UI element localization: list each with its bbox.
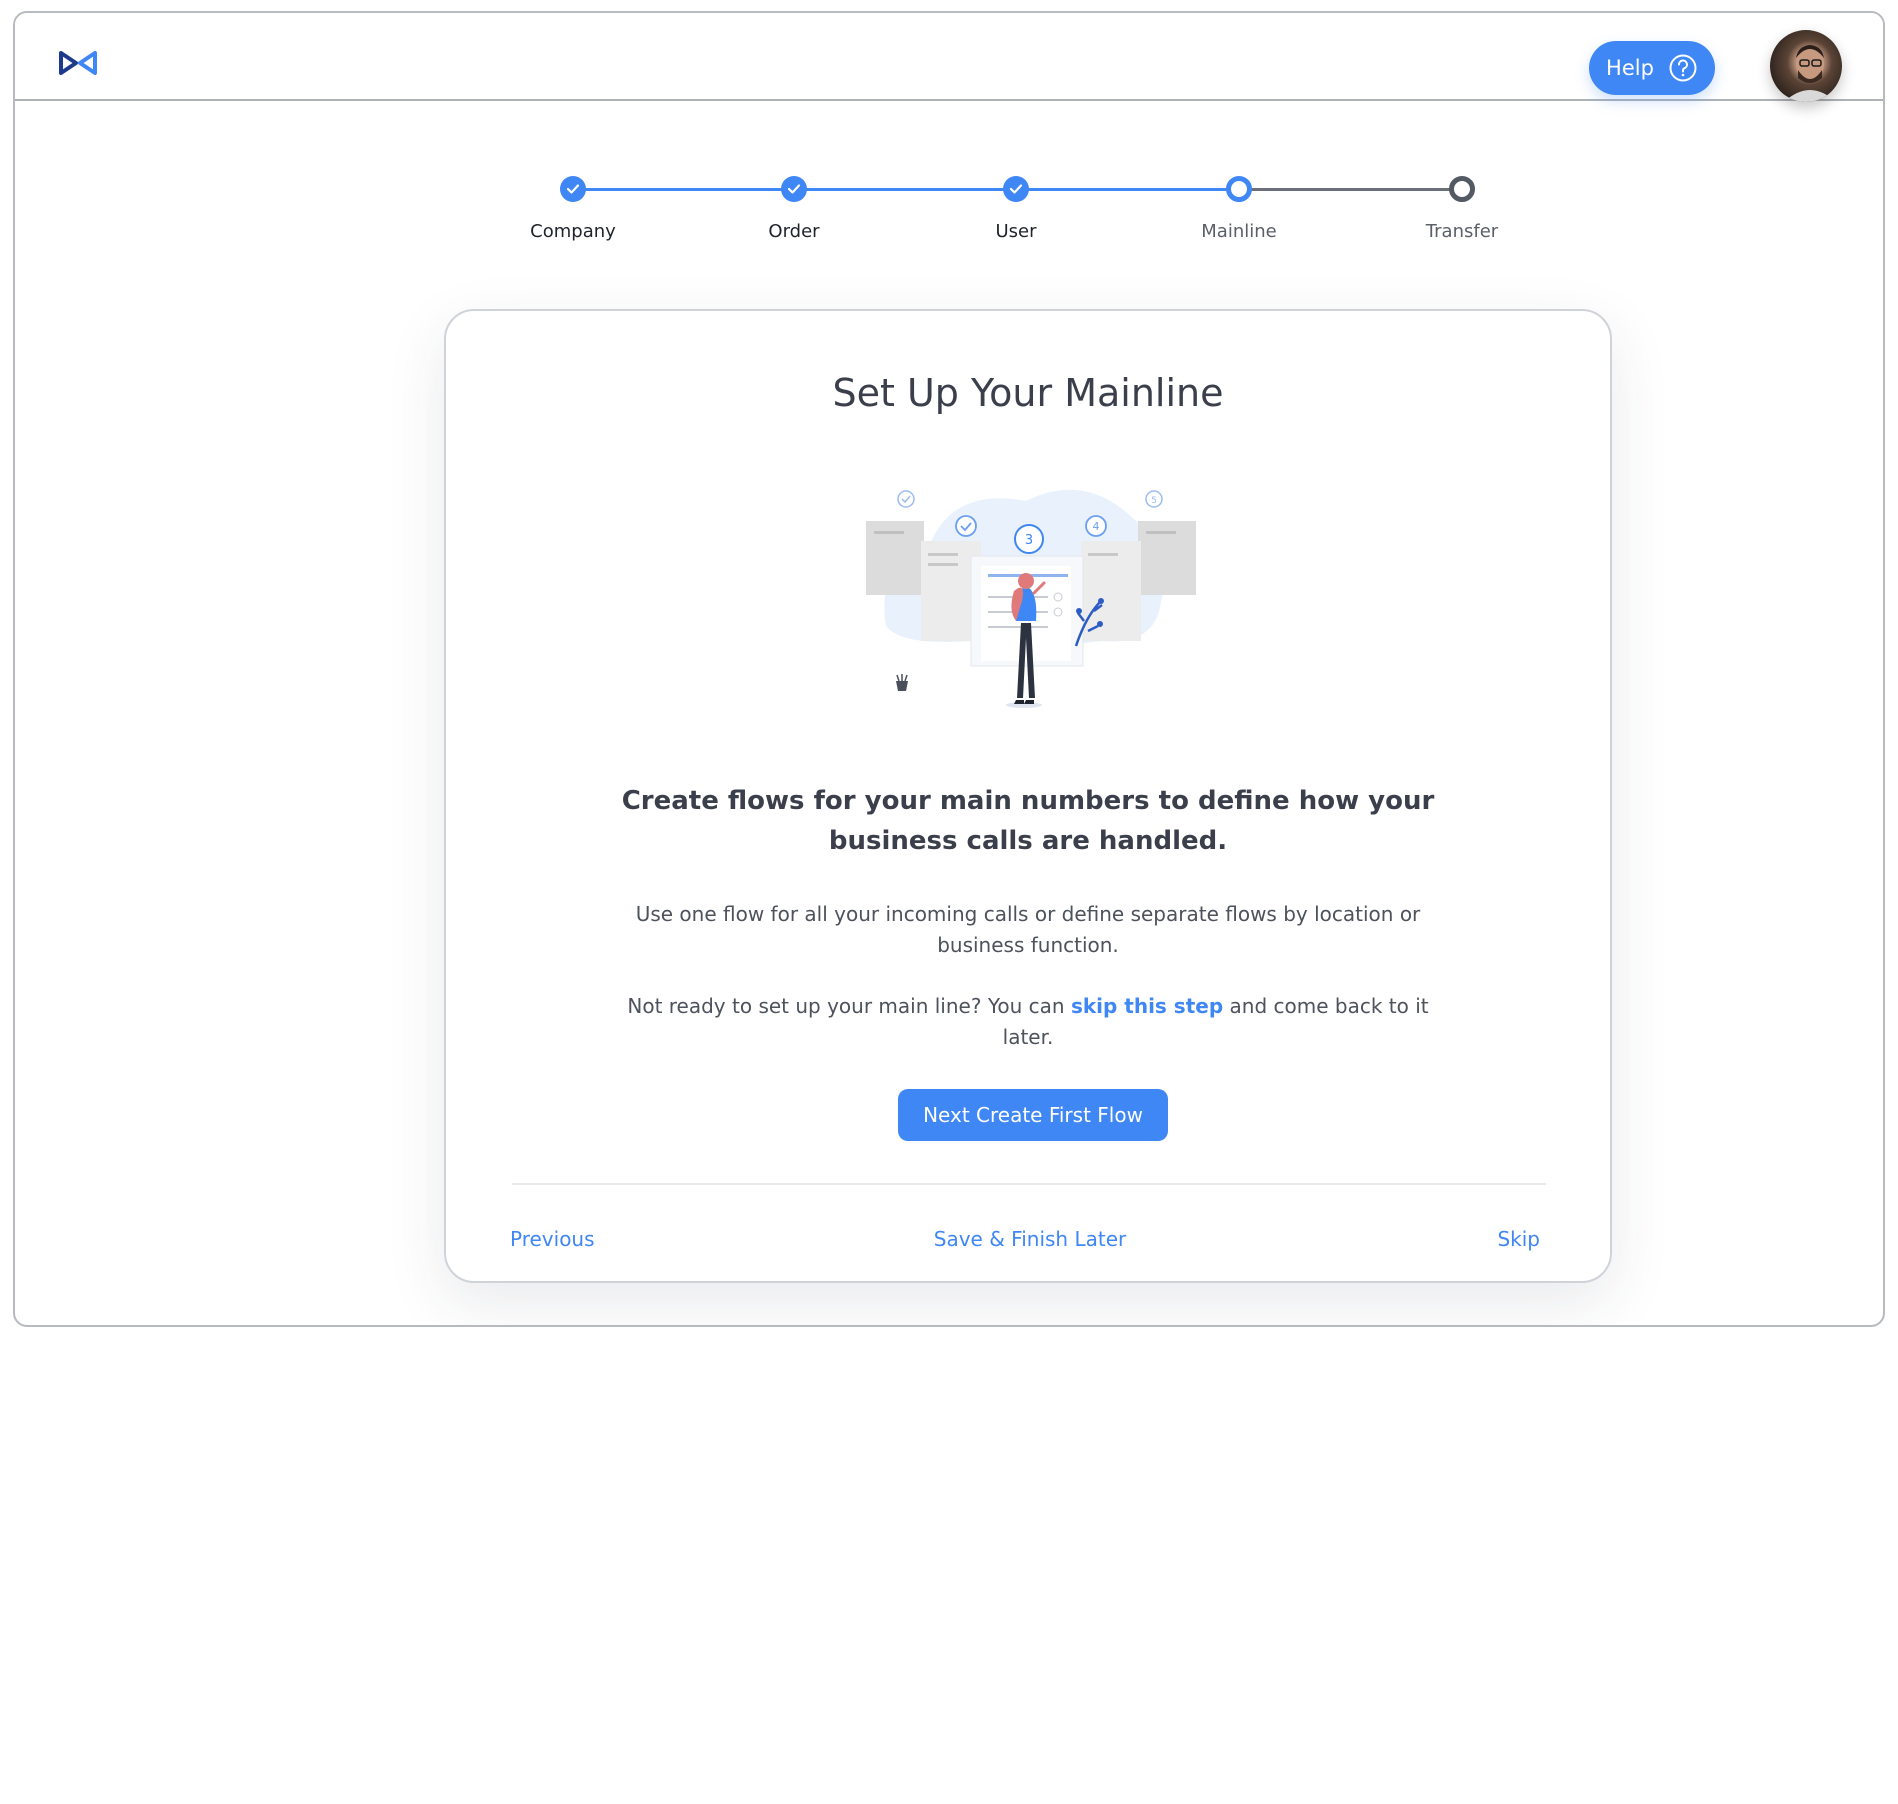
checklist-illustration: 3 4 5 [866,489,1196,708]
skip-button[interactable]: Skip [1497,1227,1540,1251]
step-mainline-dot[interactable] [1226,176,1252,202]
save-finish-later-button[interactable]: Save & Finish Later [934,1227,1126,1251]
step-connector [573,188,794,191]
check-icon [566,184,580,194]
badge-3: 3 [1025,533,1033,548]
step-mainline-label[interactable]: Mainline [1139,221,1339,242]
check-icon [1009,184,1023,194]
step-connector [1239,188,1462,191]
skip-hint-text-before: Not ready to set up your main line? You … [627,994,1071,1018]
next-create-first-flow-button[interactable]: Next Create First Flow [898,1089,1168,1141]
bowtie-logo-icon[interactable] [57,49,99,77]
step-user-label[interactable]: User [916,221,1116,242]
question-circle-icon [1668,53,1698,83]
app-window: Help Company Order User Mainline Transfe… [13,11,1885,1327]
step-order-label[interactable]: Order [694,221,894,242]
save-finish-later-wrapper: Save & Finish Later [446,1227,1614,1251]
badge-4: 4 [1093,520,1100,533]
badge-5: 5 [1151,496,1157,506]
check-icon [787,184,801,194]
step-transfer-label[interactable]: Transfer [1362,221,1562,242]
card-headline: Create flows for your main numbers to de… [621,786,1435,856]
user-avatar[interactable] [1770,30,1842,102]
step-order-dot[interactable] [781,176,807,202]
setup-card: Set Up Your Mainline 3 4 5 Create flows … [444,309,1612,1283]
skip-hint: Not ready to set up your main line? You … [616,991,1440,1053]
step-transfer-dot[interactable] [1449,176,1475,202]
skip-this-step-link[interactable]: skip this step [1071,994,1223,1018]
step-company-dot[interactable] [560,176,586,202]
step-connector [794,188,1016,191]
help-button-label: Help [1606,56,1654,80]
help-button[interactable]: Help [1589,41,1715,95]
footer-divider [512,1183,1546,1185]
top-bar: Help [15,13,1883,102]
card-description: Use one flow for all your incoming calls… [635,902,1421,957]
step-connector [1016,188,1239,191]
card-title: Set Up Your Mainline [832,371,1224,415]
step-company-label[interactable]: Company [473,221,673,242]
step-user-dot[interactable] [1003,176,1029,202]
